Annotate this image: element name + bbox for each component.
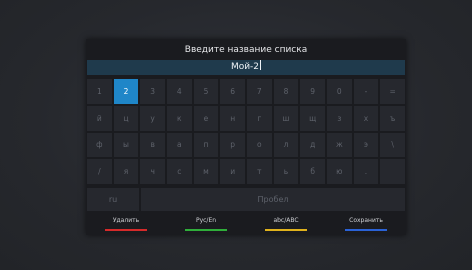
keyboard-key[interactable]: п xyxy=(193,132,219,158)
keyboard-key[interactable]: = xyxy=(380,79,405,104)
keyboard-key[interactable]: 5 xyxy=(193,79,219,104)
rename-list-dialog: Введите название списка Мой-2 1234567890… xyxy=(86,39,406,235)
action-hint-label: Удалить xyxy=(112,217,140,224)
color-key-bar xyxy=(345,229,387,231)
keyboard-key[interactable]: ш xyxy=(273,105,299,131)
keyboard-key[interactable]: а xyxy=(166,132,192,158)
keyboard-key[interactable]: м xyxy=(193,159,219,184)
keyboard-key[interactable]: ц xyxy=(113,105,139,131)
keyboard-key[interactable]: в xyxy=(140,132,165,158)
color-key-bar xyxy=(185,229,227,231)
keyboard-key[interactable]: ю xyxy=(326,159,352,184)
keyboard-key[interactable]: - xyxy=(353,79,379,104)
keyboard-key[interactable] xyxy=(380,159,405,184)
keyboard-key[interactable]: ь xyxy=(273,159,299,184)
keyboard-key[interactable]: 3 xyxy=(140,79,165,104)
keyboard-key[interactable]: ы xyxy=(113,132,139,158)
space-key[interactable]: Пробел xyxy=(141,188,405,211)
keyboard-key[interactable]: 4 xyxy=(166,79,192,104)
keyboard-key[interactable]: с xyxy=(166,159,192,184)
keyboard-bottom-row: ru Пробел xyxy=(87,188,405,211)
keyboard-key[interactable]: . xyxy=(353,159,379,184)
action-hint-label: Рус/En xyxy=(195,217,217,224)
keyboard-key[interactable]: 0 xyxy=(326,79,352,104)
keyboard-key[interactable]: л xyxy=(273,132,299,158)
action-hint-label: Сохранить xyxy=(349,217,383,224)
keyboard-key[interactable]: о xyxy=(246,132,272,158)
color-key-bar xyxy=(265,229,307,231)
keyboard-key[interactable]: р xyxy=(220,132,245,158)
action-hint-label: abc/ABC xyxy=(273,217,299,224)
keyboard-key[interactable]: э xyxy=(353,132,379,158)
color-button-hints: Удалить Рус/En abc/ABC Сохранить xyxy=(86,215,406,235)
onscreen-keyboard: 1 2 3 4 5 6 7 8 9 0- = й ц у к е н г ш щ з х ъ ф ы в а п р о л д ж э \ / я ч с… xyxy=(87,79,405,184)
keyboard-key[interactable]: н xyxy=(220,105,245,131)
action-hint[interactable]: Сохранить xyxy=(336,215,396,235)
keyboard-key[interactable]: т xyxy=(246,159,272,184)
tv-screen: Введите название списка Мой-2 1234567890… xyxy=(0,0,472,270)
keyboard-key[interactable]: 6 xyxy=(220,79,245,104)
keyboard-key[interactable]: е xyxy=(193,105,219,131)
keyboard-key[interactable]: и xyxy=(220,159,245,184)
dialog-title: Введите название списка xyxy=(184,45,308,55)
keyboard-key[interactable]: \ xyxy=(380,132,405,158)
list-name-value: Мой-2 xyxy=(230,62,260,72)
action-hint[interactable]: Рус/En xyxy=(176,215,236,235)
keyboard-key[interactable]: к xyxy=(166,105,192,131)
language-key[interactable]: ru xyxy=(87,188,139,211)
keyboard-key-selected[interactable]: 2 xyxy=(113,79,139,104)
keyboard-key[interactable]: г xyxy=(246,105,272,131)
keyboard-key[interactable]: / xyxy=(87,159,112,184)
list-name-input[interactable]: Мой-2 xyxy=(87,60,405,75)
keyboard-key[interactable]: у xyxy=(140,105,165,131)
keyboard-key[interactable]: й xyxy=(87,105,112,131)
keyboard-key[interactable]: д xyxy=(300,132,325,158)
keyboard-key[interactable]: ч xyxy=(140,159,165,184)
color-key-bar xyxy=(105,229,147,231)
keyboard-key[interactable]: ъ xyxy=(380,105,405,131)
keyboard-key[interactable]: я xyxy=(113,159,139,184)
keyboard-key[interactable]: 7 xyxy=(246,79,272,104)
keyboard-key[interactable]: 8 xyxy=(273,79,299,104)
keyboard-key[interactable]: б xyxy=(300,159,325,184)
keyboard-key[interactable]: з xyxy=(326,105,352,131)
action-hint[interactable]: Удалить xyxy=(96,215,156,235)
action-hint[interactable]: abc/ABC xyxy=(256,215,316,235)
keyboard-key[interactable]: ж xyxy=(326,132,352,158)
keyboard-key[interactable]: ф xyxy=(87,132,112,158)
keyboard-key[interactable]: 1 xyxy=(87,79,112,104)
keyboard-key[interactable]: щ xyxy=(300,105,325,131)
keyboard-key[interactable]: 9 xyxy=(300,79,325,104)
text-caret xyxy=(260,60,262,70)
keyboard-key[interactable]: х xyxy=(353,105,379,131)
